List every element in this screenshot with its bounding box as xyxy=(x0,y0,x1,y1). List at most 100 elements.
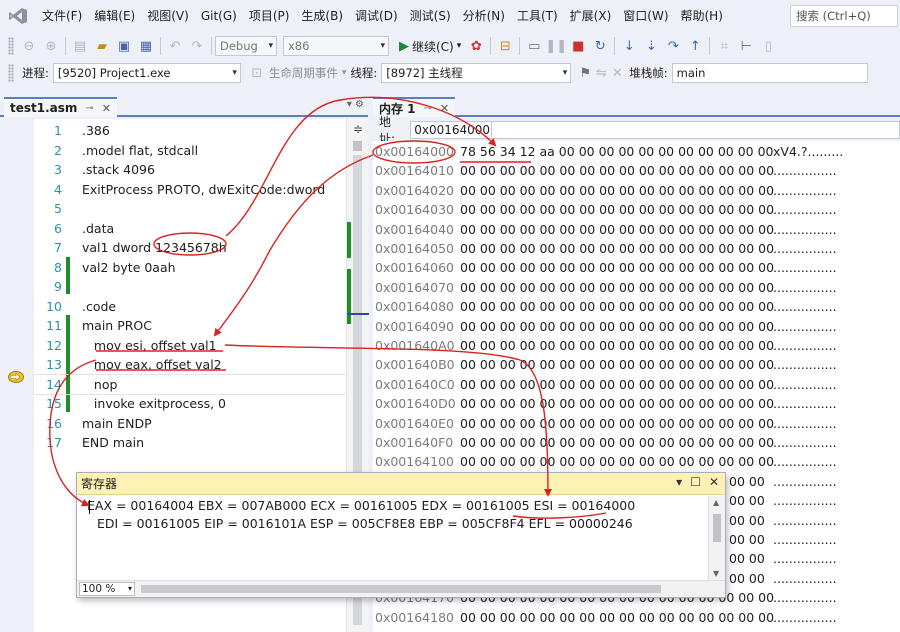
menu-view[interactable]: 视图(V) xyxy=(141,0,195,32)
thread-select[interactable]: [8972] 主线程 ▾ xyxy=(381,63,572,83)
memory-row[interactable]: 0x00164080 00 00 00 00 00 00 00 00 00 00 … xyxy=(373,297,900,316)
save-all-icon[interactable]: ▦ xyxy=(135,35,157,57)
menu-test[interactable]: 测试(S) xyxy=(404,0,457,32)
menu-extensions[interactable]: 扩展(X) xyxy=(564,0,618,32)
code-line[interactable]: 17 END main xyxy=(34,433,346,453)
attach-icon[interactable]: ✿ xyxy=(465,35,487,57)
address-input[interactable]: 0x00164000 xyxy=(410,121,492,139)
scroll-up-icon[interactable]: ▲ xyxy=(713,498,719,507)
filter-threads-icon[interactable]: ⇋ xyxy=(593,62,609,84)
threads-icon[interactable]: ⊢ xyxy=(735,35,757,57)
hex-display-icon[interactable]: ⌗ xyxy=(713,35,735,57)
code-line[interactable]: 2 .model flat, stdcall xyxy=(34,141,346,161)
hot-reload-icon[interactable]: ⊟ xyxy=(494,35,516,57)
menu-git[interactable]: Git(G) xyxy=(195,0,243,32)
registers-vertical-scrollbar[interactable]: ▲ ▼ xyxy=(708,496,725,580)
registers-content[interactable]: EAX = 00164004 EBX = 007AB000 ECX = 0016… xyxy=(77,496,709,580)
search-input[interactable]: 搜索 (Ctrl+Q) xyxy=(790,5,898,27)
code-line[interactable]: 6 .data xyxy=(34,219,346,239)
zoom-select[interactable]: 100 % ▾ xyxy=(79,582,135,596)
tab-list-icon[interactable]: ▾ ⚙ xyxy=(347,99,364,110)
memory-row[interactable]: 0x00164030 00 00 00 00 00 00 00 00 00 00 … xyxy=(373,200,900,219)
lifecycle-events-icon[interactable]: ⊡ xyxy=(249,62,265,84)
code-line[interactable]: 3 .stack 4096 xyxy=(34,160,346,180)
stack-frame-select[interactable]: main xyxy=(671,63,868,83)
code-line[interactable]: 7 val1 dword 12345678h xyxy=(34,238,346,258)
close-icon[interactable]: ✕ xyxy=(709,475,719,489)
restart-icon[interactable]: ↻ xyxy=(589,35,611,57)
menu-project[interactable]: 项目(P) xyxy=(243,0,296,32)
new-project-icon[interactable]: ▤ xyxy=(69,35,91,57)
memory-row[interactable]: 0x00164020 00 00 00 00 00 00 00 00 00 00 … xyxy=(373,181,900,200)
memory-row[interactable]: 0x00164060 00 00 00 00 00 00 00 00 00 00 … xyxy=(373,258,900,277)
memory-row[interactable]: 0x001640F0 00 00 00 00 00 00 00 00 00 00 … xyxy=(373,433,900,452)
memory-row[interactable]: 0x001640A0 00 00 00 00 00 00 00 00 00 00 … xyxy=(373,336,900,355)
forward-icon[interactable]: ⊕ xyxy=(40,35,62,57)
code-line[interactable]: 10 .code xyxy=(34,297,346,317)
step-into-icon[interactable]: ↓ xyxy=(618,35,640,57)
step-back-icon[interactable]: ↷ xyxy=(662,35,684,57)
pin-icon[interactable]: ⊸ xyxy=(85,103,93,114)
breakpoint-icon[interactable]: ▯ xyxy=(757,35,779,57)
menu-edit[interactable]: 编辑(E) xyxy=(88,0,141,32)
memory-row[interactable]: 0x00164040 00 00 00 00 00 00 00 00 00 00 … xyxy=(373,220,900,239)
layout-icon[interactable]: ▭ xyxy=(523,35,545,57)
menu-build[interactable]: 生成(B) xyxy=(295,0,349,32)
memory-row[interactable]: 0x00164180 00 00 00 00 00 00 00 00 00 00 … xyxy=(373,608,900,627)
memory-row[interactable]: 0x001640E0 00 00 00 00 00 00 00 00 00 00 … xyxy=(373,414,900,433)
save-icon[interactable]: ▣ xyxy=(113,35,135,57)
memory-row[interactable]: 0x00164070 00 00 00 00 00 00 00 00 00 00 … xyxy=(373,278,900,297)
redo-icon[interactable]: ↷ xyxy=(186,35,208,57)
registers-title-bar[interactable]: 寄存器 ▾ ☐ ✕ xyxy=(77,473,725,495)
memory-row[interactable]: 0x00164090 00 00 00 00 00 00 00 00 00 00 … xyxy=(373,317,900,336)
flag-icon[interactable]: ⚑ xyxy=(577,62,593,84)
menu-tools[interactable]: 工具(T) xyxy=(511,0,564,32)
pin-icon[interactable]: ⊸ xyxy=(424,103,432,114)
registers-horizontal-scrollbar[interactable] xyxy=(141,585,661,593)
memory-row[interactable]: 0x00164100 00 00 00 00 00 00 00 00 00 00 … xyxy=(373,452,900,471)
code-line[interactable]: 1 .386 xyxy=(34,121,346,141)
show-threads-icon[interactable]: ✕ xyxy=(609,62,625,84)
memory-row[interactable]: 0x001640D0 00 00 00 00 00 00 00 00 00 00 … xyxy=(373,394,900,413)
pause-icon[interactable]: ❚❚ xyxy=(545,35,567,57)
code-line[interactable]: 11 main PROC xyxy=(34,316,346,336)
code-line[interactable]: 15 invoke exitprocess, 0 xyxy=(34,394,346,414)
menu-window[interactable]: 窗口(W) xyxy=(617,0,674,32)
split-view-icon[interactable]: ≑ xyxy=(350,121,366,137)
code-line[interactable]: 9 xyxy=(34,277,346,297)
code-line[interactable]: 4 ExitProcess PROTO, dwExitCode:dword xyxy=(34,180,346,200)
dropdown-icon[interactable]: ▾ xyxy=(676,475,682,489)
stop-icon[interactable]: ■ xyxy=(567,35,589,57)
scrollbar-thumb[interactable] xyxy=(713,514,721,542)
lifecycle-events-button[interactable]: 生命周期事件 xyxy=(265,65,342,81)
undo-icon[interactable]: ↶ xyxy=(164,35,186,57)
memory-row[interactable]: 0x001640B0 00 00 00 00 00 00 00 00 00 00 … xyxy=(373,355,900,374)
code-line[interactable]: 13 mov eax, offset val2 xyxy=(34,355,346,375)
scrollbar-thumb[interactable] xyxy=(353,141,362,151)
close-icon[interactable]: ✕ xyxy=(102,102,111,115)
toolbar-grip[interactable] xyxy=(8,64,14,82)
menu-debug[interactable]: 调试(D) xyxy=(349,0,404,32)
open-folder-icon[interactable]: ▰ xyxy=(91,35,113,57)
solution-configuration-select[interactable]: Debug ▾ xyxy=(215,36,277,56)
code-line[interactable]: 14 nop xyxy=(33,373,347,395)
solution-platform-select[interactable]: x86 ▾ xyxy=(283,36,389,56)
memory-row[interactable]: 0x001640C0 00 00 00 00 00 00 00 00 00 00 … xyxy=(373,375,900,394)
close-icon[interactable]: ✕ xyxy=(440,102,449,115)
code-line[interactable]: 8 val2 byte 0aah xyxy=(34,258,346,278)
memory-row[interactable]: 0x00164010 00 00 00 00 00 00 00 00 00 00 … xyxy=(373,161,900,180)
scroll-down-icon[interactable]: ▼ xyxy=(713,569,719,578)
menu-file[interactable]: 文件(F) xyxy=(36,0,88,32)
code-line[interactable]: 12 mov esi, offset val1 xyxy=(34,336,346,356)
code-line[interactable]: 16 main ENDP xyxy=(34,414,346,434)
process-select[interactable]: [9520] Project1.exe ▾ xyxy=(52,63,241,83)
step-over-icon[interactable]: ⇣ xyxy=(640,35,662,57)
code-line[interactable]: 5 xyxy=(34,199,346,219)
maximize-icon[interactable]: ☐ xyxy=(690,475,701,489)
menu-analyze[interactable]: 分析(N) xyxy=(457,0,511,32)
tab-test1-asm[interactable]: test1.asm ⊸ ✕ xyxy=(4,97,118,117)
memory-row[interactable]: 0x00164000 78 56 34 12 aa 00 00 00 00 00 … xyxy=(373,142,900,161)
toolbar-grip[interactable] xyxy=(8,37,14,55)
step-out-icon[interactable]: ↑ xyxy=(684,35,706,57)
memory-row[interactable]: 0x00164050 00 00 00 00 00 00 00 00 00 00 … xyxy=(373,239,900,258)
